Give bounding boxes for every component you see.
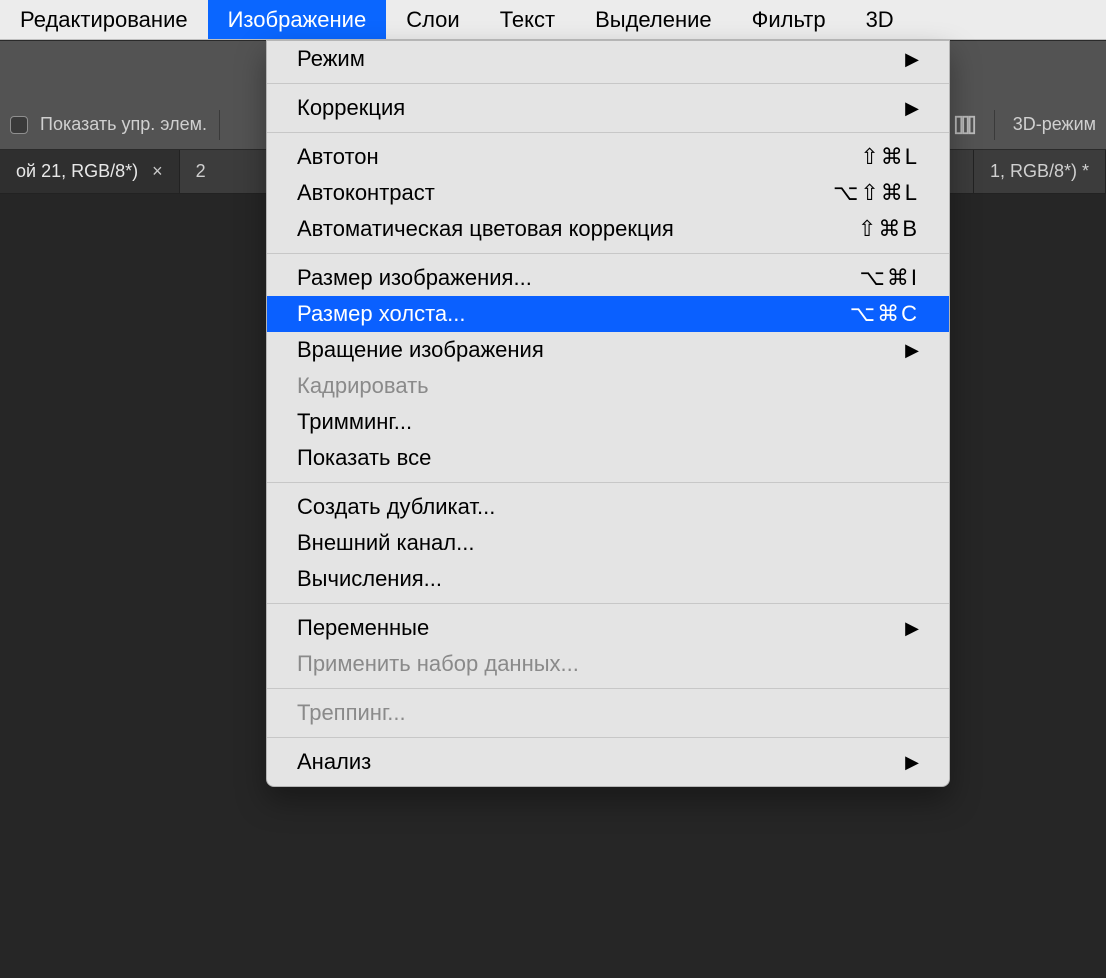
- menu-item-trap: Треппинг...: [267, 695, 949, 731]
- menu-item-shortcut: ⌥⌘I: [860, 265, 919, 291]
- submenu-arrow-icon: [905, 50, 919, 68]
- menu-separator: [267, 603, 949, 604]
- show-controls-checkbox[interactable]: [10, 116, 28, 134]
- menu-item-label: Вычисления...: [297, 566, 442, 592]
- menu-item-label: Автоконтраст: [297, 180, 435, 206]
- mode-3d-label[interactable]: 3D-режим: [1013, 114, 1096, 135]
- menu-item-label: Применить набор данных...: [297, 651, 579, 677]
- document-tab-label: ой 21, RGB/8*): [16, 161, 138, 182]
- menu-item-calculations[interactable]: Вычисления...: [267, 561, 949, 597]
- submenu-arrow-icon: [905, 341, 919, 359]
- menu-separator: [267, 83, 949, 84]
- menu-item-label: Автотон: [297, 144, 379, 170]
- options-separator-2: [994, 110, 995, 140]
- menu-item-analysis[interactable]: Анализ: [267, 744, 949, 780]
- menu-item-shortcut: ⌥⌘C: [850, 301, 919, 327]
- menu-item-label: Тримминг...: [297, 409, 412, 435]
- menu-item-label: Автоматическая цветовая коррекция: [297, 216, 674, 242]
- menu-item-label: Внешний канал...: [297, 530, 474, 556]
- menu-item-image[interactable]: Изображение: [208, 0, 387, 39]
- menu-item-edit[interactable]: Редактирование: [0, 0, 208, 39]
- submenu-arrow-icon: [905, 619, 919, 637]
- menu-item-image-size[interactable]: Размер изображения... ⌥⌘I: [267, 260, 949, 296]
- document-tab-label-right: 1, RGB/8*) *: [990, 161, 1089, 182]
- menu-item-trim[interactable]: Тримминг...: [267, 404, 949, 440]
- menu-item-selection[interactable]: Выделение: [575, 0, 732, 39]
- menu-item-adjustments[interactable]: Коррекция: [267, 90, 949, 126]
- menu-separator: [267, 253, 949, 254]
- options-separator: [219, 110, 220, 140]
- menu-separator: [267, 482, 949, 483]
- panels-layout-icon[interactable]: [954, 114, 976, 136]
- menu-item-variables[interactable]: Переменные: [267, 610, 949, 646]
- menu-item-label: Показать все: [297, 445, 431, 471]
- document-tab-label-mid: 2: [196, 161, 206, 182]
- menu-separator: [267, 132, 949, 133]
- close-icon[interactable]: ×: [152, 161, 163, 182]
- menu-item-label: Вращение изображения: [297, 337, 544, 363]
- menu-item-layers[interactable]: Слои: [386, 0, 480, 39]
- menu-item-shortcut: ⇧⌘B: [858, 216, 919, 242]
- document-tab-right[interactable]: 1, RGB/8*) *: [974, 150, 1106, 193]
- show-controls-label: Показать упр. элем.: [40, 114, 207, 135]
- menu-item-shortcut: ⇧⌘L: [860, 144, 919, 170]
- menu-item-3d[interactable]: 3D: [846, 0, 914, 39]
- menu-item-label: Размер холста...: [297, 301, 465, 327]
- menu-item-apply-image[interactable]: Внешний канал...: [267, 525, 949, 561]
- menu-item-shortcut: ⌥⇧⌘L: [833, 180, 919, 206]
- menu-item-apply-data-set: Применить набор данных...: [267, 646, 949, 682]
- menu-item-label: Кадрировать: [297, 373, 429, 399]
- submenu-arrow-icon: [905, 753, 919, 771]
- menu-item-image-rotation[interactable]: Вращение изображения: [267, 332, 949, 368]
- menu-item-auto-contrast[interactable]: Автоконтраст ⌥⇧⌘L: [267, 175, 949, 211]
- menu-separator: [267, 737, 949, 738]
- submenu-arrow-icon: [905, 99, 919, 117]
- menu-item-canvas-size[interactable]: Размер холста... ⌥⌘C: [267, 296, 949, 332]
- menubar: Редактирование Изображение Слои Текст Вы…: [0, 0, 1106, 40]
- menu-item-auto-color[interactable]: Автоматическая цветовая коррекция ⇧⌘B: [267, 211, 949, 247]
- menu-item-label: Размер изображения...: [297, 265, 532, 291]
- menu-item-crop: Кадрировать: [267, 368, 949, 404]
- menu-item-label: Создать дубликат...: [297, 494, 495, 520]
- document-tab-active[interactable]: ой 21, RGB/8*) ×: [0, 150, 180, 193]
- menu-item-label: Анализ: [297, 749, 371, 775]
- menu-item-text[interactable]: Текст: [480, 0, 575, 39]
- image-menu-dropdown: Режим Коррекция Автотон ⇧⌘L Автоконтраст…: [266, 40, 950, 787]
- menu-item-label: Режим: [297, 46, 365, 72]
- menu-item-mode[interactable]: Режим: [267, 41, 949, 77]
- menu-item-filter[interactable]: Фильтр: [732, 0, 846, 39]
- menu-item-label: Переменные: [297, 615, 429, 641]
- menu-separator: [267, 688, 949, 689]
- menu-item-duplicate[interactable]: Создать дубликат...: [267, 489, 949, 525]
- menu-item-reveal-all[interactable]: Показать все: [267, 440, 949, 476]
- menu-item-label: Коррекция: [297, 95, 405, 121]
- menu-item-auto-tone[interactable]: Автотон ⇧⌘L: [267, 139, 949, 175]
- menu-item-label: Треппинг...: [297, 700, 406, 726]
